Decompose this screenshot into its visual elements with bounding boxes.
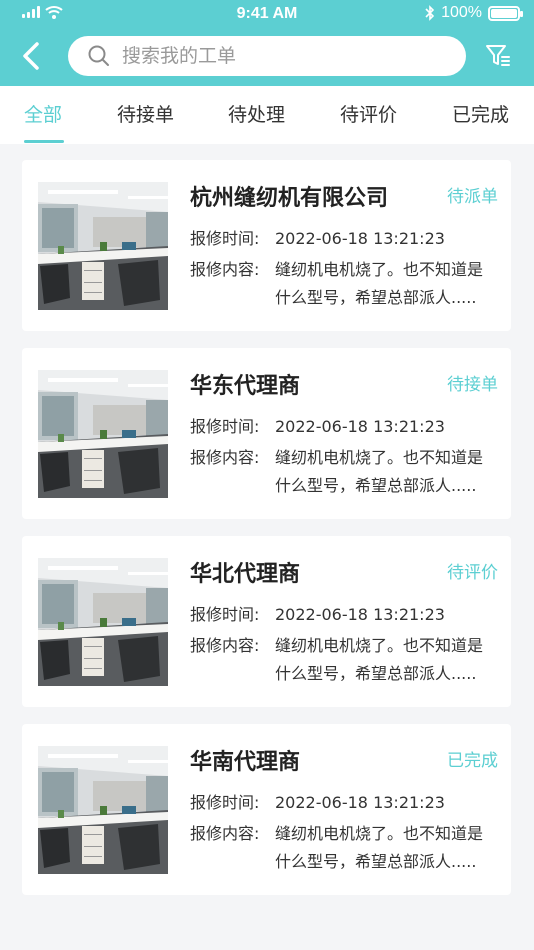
- filter-button[interactable]: [484, 42, 512, 70]
- status-right: 100%: [425, 4, 523, 22]
- repair-content-line2: 什么型号，希望总部派人.....: [275, 852, 477, 871]
- repair-content-label: 报修内容:: [190, 636, 260, 655]
- repair-content-line2: 什么型号，希望总部派人.....: [275, 664, 477, 683]
- back-button[interactable]: [16, 38, 46, 74]
- repair-content-line2: 什么型号，希望总部派人.....: [275, 476, 477, 495]
- battery-fill: [491, 8, 517, 18]
- repair-content-line1: 缝纫机电机烧了。也不知道是: [275, 636, 484, 655]
- battery-percent: 100%: [441, 4, 482, 21]
- order-title: 华北代理商: [190, 562, 301, 587]
- repair-time-value: 2022-06-18 13:21:23: [275, 417, 445, 436]
- tab-pending-process[interactable]: 待处理: [228, 100, 285, 127]
- order-title: 华东代理商: [190, 374, 301, 399]
- order-card[interactable]: 华南代理商 已完成 报修时间: 2022-06-18 13:21:23 报修内容:…: [22, 724, 511, 895]
- office-photo: [38, 746, 168, 874]
- tab-pending-review[interactable]: 待评价: [340, 100, 397, 127]
- repair-content-line1: 缝纫机电机烧了。也不知道是: [275, 448, 484, 467]
- repair-content-label: 报修内容:: [190, 260, 260, 279]
- repair-time-value: 2022-06-18 13:21:23: [275, 793, 445, 812]
- repair-content-line1: 缝纫机电机烧了。也不知道是: [275, 824, 484, 843]
- repair-time-label: 报修时间:: [190, 229, 260, 248]
- order-status-badge: 已完成: [447, 751, 498, 771]
- order-status-badge: 待评价: [447, 563, 498, 583]
- repair-content-row: 报修内容: 缝纫机电机烧了。也不知道是: [190, 632, 483, 656]
- header-bar: 9:41 AM 100%: [0, 0, 534, 86]
- order-card[interactable]: 杭州缝纫机有限公司 待派单 报修时间: 2022-06-18 13:21:23 报…: [22, 160, 511, 331]
- repair-time-label: 报修时间:: [190, 793, 260, 812]
- repair-content-label: 报修内容:: [190, 448, 260, 467]
- office-photo: [38, 370, 168, 498]
- order-status-badge: 待派单: [447, 187, 498, 207]
- repair-content-row: 报修内容: 缝纫机电机烧了。也不知道是: [190, 444, 483, 468]
- office-photo: [38, 182, 168, 310]
- filter-icon: [486, 45, 510, 66]
- office-photo: [38, 558, 168, 686]
- order-title: 华南代理商: [190, 750, 301, 775]
- order-status-badge: 待接单: [447, 375, 498, 395]
- repair-time-label: 报修时间:: [190, 605, 260, 624]
- chevron-left-icon: [23, 42, 39, 70]
- repair-time-row: 报修时间: 2022-06-18 13:21:23: [190, 789, 445, 813]
- bluetooth-icon: [425, 5, 435, 21]
- tab-all[interactable]: 全部: [24, 100, 62, 127]
- repair-time-label: 报修时间:: [190, 417, 260, 436]
- search-input[interactable]: [122, 45, 442, 67]
- tab-completed[interactable]: 已完成: [452, 100, 509, 127]
- search-box[interactable]: [68, 36, 466, 76]
- status-bar: 9:41 AM 100%: [0, 0, 534, 28]
- repair-time-row: 报修时间: 2022-06-18 13:21:23: [190, 601, 445, 625]
- repair-time-value: 2022-06-18 13:21:23: [275, 229, 445, 248]
- tab-pending-accept[interactable]: 待接单: [117, 100, 174, 127]
- order-card[interactable]: 华北代理商 待评价 报修时间: 2022-06-18 13:21:23 报修内容:…: [22, 536, 511, 707]
- repair-content-line1: 缝纫机电机烧了。也不知道是: [275, 260, 484, 279]
- order-card[interactable]: 华东代理商 待接单 报修时间: 2022-06-18 13:21:23 报修内容:…: [22, 348, 511, 519]
- order-title: 杭州缝纫机有限公司: [190, 186, 389, 211]
- active-tab-indicator: [24, 140, 64, 143]
- repair-content-line2: 什么型号，希望总部派人.....: [275, 288, 477, 307]
- repair-content-row: 报修内容: 缝纫机电机烧了。也不知道是: [190, 820, 483, 844]
- repair-time-value: 2022-06-18 13:21:23: [275, 605, 445, 624]
- repair-content-label: 报修内容:: [190, 824, 260, 843]
- repair-content-row: 报修内容: 缝纫机电机烧了。也不知道是: [190, 256, 483, 280]
- status-tabs: 全部 待接单 待处理 待评价 已完成: [0, 86, 534, 144]
- repair-time-row: 报修时间: 2022-06-18 13:21:23: [190, 413, 445, 437]
- search-icon: [88, 45, 109, 66]
- repair-time-row: 报修时间: 2022-06-18 13:21:23: [190, 225, 445, 249]
- battery-icon: [488, 5, 523, 21]
